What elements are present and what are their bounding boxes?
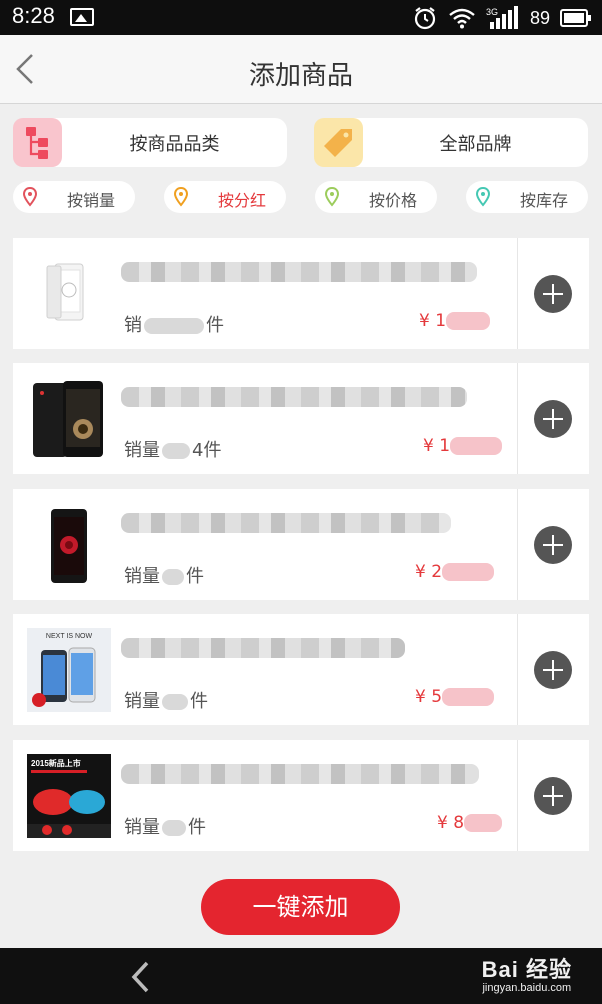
location-pin-icon <box>174 187 188 207</box>
image-notification-icon <box>70 8 94 26</box>
price-prefix: ¥ 5 <box>415 687 443 707</box>
product-card[interactable]: 2015新品上市 销量 件 ¥ 8 <box>13 740 589 851</box>
sales-prefix: 销量 <box>124 691 160 712</box>
watermark-brand: Bai 经验 <box>481 957 572 982</box>
product-price: ¥ 5 <box>415 687 495 707</box>
product-card[interactable]: NEXT IS NOW 销量 件 ¥ 5 <box>13 614 589 725</box>
status-icons: 3G 89 <box>412 5 592 31</box>
alarm-icon <box>414 7 436 30</box>
battery-icon <box>560 9 591 27</box>
galaxy-phones-banner-image: NEXT IS NOW <box>27 628 111 712</box>
status-bar: 8:28 3G 89 <box>0 0 602 35</box>
product-name-blurred <box>121 764 479 784</box>
nav-back-icon[interactable] <box>128 960 154 994</box>
product-sales: 销量 件 <box>124 813 206 839</box>
sales-prefix: 销量 <box>124 440 160 461</box>
blurred-value <box>162 694 188 710</box>
price-prefix: ¥ 1 <box>423 436 451 456</box>
banner-text: NEXT IS NOW <box>46 633 93 640</box>
blurred-value <box>144 318 204 334</box>
sales-prefix: 销量 <box>124 817 160 838</box>
product-name-blurred <box>121 387 467 407</box>
filter-label: 按分红 <box>217 191 266 210</box>
product-price: ¥ 1 <box>419 311 491 331</box>
card-divider <box>517 489 518 600</box>
add-product-button[interactable] <box>534 651 572 689</box>
brand-button-label: 全部品牌 <box>439 134 512 155</box>
sales-suffix: 件 <box>190 691 208 712</box>
product-card[interactable]: 销件 ¥ 1 <box>13 238 589 349</box>
location-pin-icon <box>325 187 339 207</box>
product-sales: 销量 件 <box>124 562 204 588</box>
battery-level: 89 <box>529 7 550 28</box>
blurred-price <box>446 312 491 330</box>
blurred-price <box>464 814 503 832</box>
price-prefix: ¥ 8 <box>437 813 465 833</box>
category-tree-icon <box>13 118 62 167</box>
location-pin-icon <box>23 187 37 207</box>
category-button-label: 按商品品类 <box>129 134 220 155</box>
product-name-blurred <box>121 262 477 282</box>
red-flower-phone-image <box>51 509 87 583</box>
promo-text: 2015新品上市 <box>31 758 81 768</box>
black-phone-image <box>33 381 103 457</box>
card-divider <box>517 238 518 349</box>
filter-sales[interactable]: 按销量 <box>13 181 135 213</box>
watermark-url: jingyan.baidu.com <box>482 982 572 994</box>
blurred-price <box>442 563 495 581</box>
card-divider <box>517 614 518 725</box>
add-product-button[interactable] <box>534 777 572 815</box>
filter-stock[interactable]: 按库存 <box>466 181 588 213</box>
status-time: 8:28 <box>12 3 55 28</box>
card-divider <box>517 363 518 474</box>
wifi-icon <box>449 8 475 29</box>
add-product-button[interactable] <box>534 400 572 438</box>
add-product-button[interactable] <box>534 526 572 564</box>
card-divider <box>517 740 518 851</box>
red-speaker-promo-image: 2015新品上市 <box>27 754 111 838</box>
product-name-blurred <box>121 513 451 533</box>
filter-label: 按销量 <box>66 191 115 210</box>
price-prefix: ¥ 1 <box>419 311 447 331</box>
category-button[interactable]: 按商品品类 <box>13 118 287 167</box>
product-price: ¥ 8 <box>437 813 503 833</box>
sales-suffix: 件 <box>188 817 206 838</box>
product-price: ¥ 2 <box>415 562 495 582</box>
sales-suffix: 4件 <box>192 440 222 461</box>
network-type-label: 3G <box>486 7 498 17</box>
sales-suffix: 件 <box>206 315 224 336</box>
price-prefix: ¥ 2 <box>415 562 443 582</box>
filter-dividend[interactable]: 按分红 <box>164 181 286 213</box>
product-sales: 销量 件 <box>124 687 208 713</box>
location-pin-icon <box>476 187 490 207</box>
product-name-blurred <box>121 638 405 658</box>
product-card[interactable]: 销量 4件 ¥ 1 <box>13 363 589 474</box>
brand-tag-icon <box>314 118 363 167</box>
sales-prefix: 销 <box>124 315 142 336</box>
app-header: 添加商品 <box>0 35 602 104</box>
product-sales: 销件 <box>124 311 224 337</box>
product-card[interactable]: 销量 件 ¥ 2 <box>13 489 589 600</box>
page-title: 添加商品 <box>248 61 353 91</box>
blurred-value <box>162 569 184 585</box>
add-all-button[interactable]: 一键添加 <box>201 879 400 935</box>
sales-suffix: 件 <box>186 566 204 587</box>
product-sales: 销量 4件 <box>124 436 221 462</box>
blurred-value <box>162 443 190 459</box>
product-price: ¥ 1 <box>423 436 503 456</box>
signal-3g-icon: 3G <box>486 6 518 29</box>
blurred-price <box>450 437 503 455</box>
baidu-watermark: Bai 经验 jingyan.baidu.com <box>482 952 572 994</box>
blurred-value <box>162 820 186 836</box>
filter-price[interactable]: 按价格 <box>315 181 437 213</box>
system-nav-bar: Bai 经验 jingyan.baidu.com <box>0 948 602 1004</box>
filter-label: 按库存 <box>519 191 568 210</box>
blurred-price <box>442 688 495 706</box>
white-phone-image <box>46 263 84 321</box>
filter-label: 按价格 <box>368 191 417 210</box>
brand-button[interactable]: 全部品牌 <box>314 118 588 167</box>
add-product-button[interactable] <box>534 275 572 313</box>
sales-prefix: 销量 <box>124 566 160 587</box>
